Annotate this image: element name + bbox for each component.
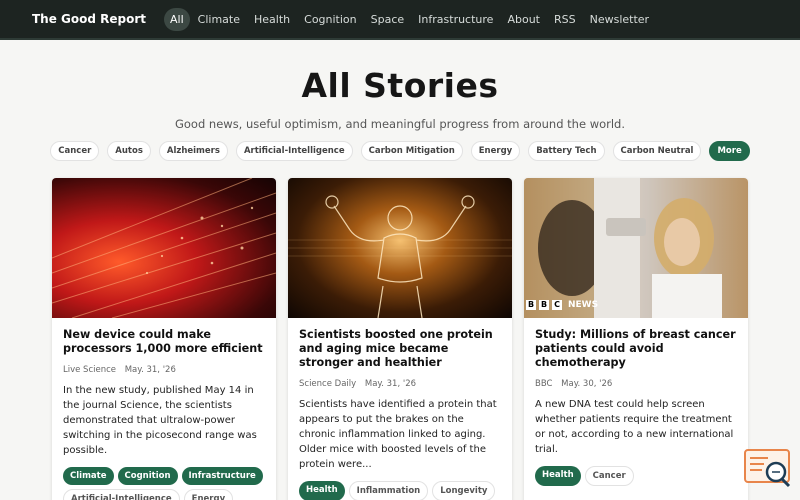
- main-nav: All Climate Health Cognition Space Infra…: [164, 7, 655, 31]
- tag-energy[interactable]: Energy: [470, 141, 521, 161]
- story-tags: Health Inflammation Longevity: [299, 481, 501, 500]
- story-card[interactable]: Scientists boosted one protein and aging…: [288, 178, 512, 500]
- story-source: BBC: [535, 379, 553, 389]
- nav-item-newsletter[interactable]: Newsletter: [584, 8, 655, 31]
- story-date: May. 30, '26: [561, 379, 613, 389]
- nav-item-infrastructure[interactable]: Infrastructure: [412, 8, 499, 31]
- story-description: In the new study, published May 14 in th…: [63, 385, 257, 456]
- chip-inflammation[interactable]: Inflammation: [348, 481, 429, 500]
- nav-item-space[interactable]: Space: [365, 8, 411, 31]
- story-meta: Live Science May. 31, '26: [63, 365, 265, 375]
- story-tags: Climate Cognition Infrastructure Artific…: [63, 467, 265, 500]
- chip-longevity[interactable]: Longevity: [432, 481, 496, 500]
- tag-alzheimers[interactable]: Alzheimers: [158, 141, 228, 161]
- hero-section: All Stories Good news, useful optimism, …: [0, 40, 800, 131]
- story-title[interactable]: Scientists boosted one protein and aging…: [299, 328, 501, 370]
- chip-cancer[interactable]: Cancer: [584, 466, 634, 486]
- tag-artificial-intelligence[interactable]: Artificial-Intelligence: [235, 141, 353, 161]
- chip-health[interactable]: Health: [299, 481, 345, 500]
- nav-item-rss[interactable]: RSS: [548, 8, 582, 31]
- tag-carbon-mitigation[interactable]: Carbon Mitigation: [360, 141, 463, 161]
- tag-more-button[interactable]: More: [709, 141, 750, 161]
- tag-filter-bar: Cancer Autos Alzheimers Artificial-Intel…: [0, 141, 800, 161]
- chip-artificial-intelligence[interactable]: Artificial-Intelligence: [63, 489, 180, 500]
- story-title[interactable]: New device could make processors 1,000 m…: [63, 328, 265, 356]
- site-brand[interactable]: The Good Report: [32, 12, 146, 26]
- mammogram-photo-graphic: [524, 178, 722, 318]
- search-document-icon: [744, 449, 791, 488]
- story-description: Scientists have identified a protein tha…: [299, 399, 497, 470]
- story-date: May. 31, '26: [364, 379, 417, 389]
- chip-infrastructure[interactable]: Infrastructure: [181, 467, 263, 485]
- page-subtitle: Good news, useful optimism, and meaningf…: [174, 117, 626, 131]
- story-grid: New device could make processors 1,000 m…: [0, 178, 800, 500]
- chip-energy[interactable]: Energy: [183, 489, 234, 500]
- story-tags: Health Cancer: [535, 466, 737, 486]
- nav-item-climate[interactable]: Climate: [192, 8, 246, 31]
- top-navbar: The Good Report All Climate Health Cogni…: [0, 0, 800, 40]
- page-title: All Stories: [301, 66, 499, 105]
- story-card[interactable]: New device could make processors 1,000 m…: [52, 178, 276, 500]
- story-image-mammogram[interactable]: B B C NEWS: [524, 178, 748, 318]
- chip-cognition[interactable]: Cognition: [117, 467, 178, 485]
- story-meta: Science Daily May. 31, '26: [299, 379, 501, 389]
- bbc-news-logo: B B C NEWS: [526, 300, 599, 310]
- nav-item-about[interactable]: About: [501, 8, 546, 31]
- story-card[interactable]: B B C NEWS Study: Millions of breast can…: [524, 178, 748, 500]
- light-streaks-graphic: [52, 178, 276, 318]
- story-source: Live Science: [63, 365, 117, 375]
- feedback-widget-icon[interactable]: [744, 448, 792, 488]
- nav-item-all[interactable]: All: [164, 7, 190, 31]
- tag-autos[interactable]: Autos: [107, 141, 151, 161]
- story-description: A new DNA test could help screen whether…: [535, 399, 734, 455]
- glowing-figure-graphic: [288, 195, 512, 318]
- story-meta: BBC May. 30, '26: [535, 379, 737, 389]
- tag-cancer[interactable]: Cancer: [50, 141, 100, 161]
- tag-carbon-neutral[interactable]: Carbon Neutral: [612, 141, 702, 161]
- nav-item-cognition[interactable]: Cognition: [298, 8, 363, 31]
- nav-item-health[interactable]: Health: [248, 8, 296, 31]
- story-image-glowing-figure[interactable]: [288, 178, 512, 318]
- story-source: Science Daily: [299, 379, 357, 389]
- story-image-processor-light[interactable]: [52, 178, 276, 318]
- tag-battery-tech[interactable]: Battery Tech: [528, 141, 605, 161]
- story-date: May. 31, '26: [124, 365, 176, 375]
- story-title[interactable]: Study: Millions of breast cancer patient…: [535, 328, 737, 370]
- chip-health[interactable]: Health: [535, 466, 581, 486]
- chip-climate[interactable]: Climate: [63, 467, 114, 485]
